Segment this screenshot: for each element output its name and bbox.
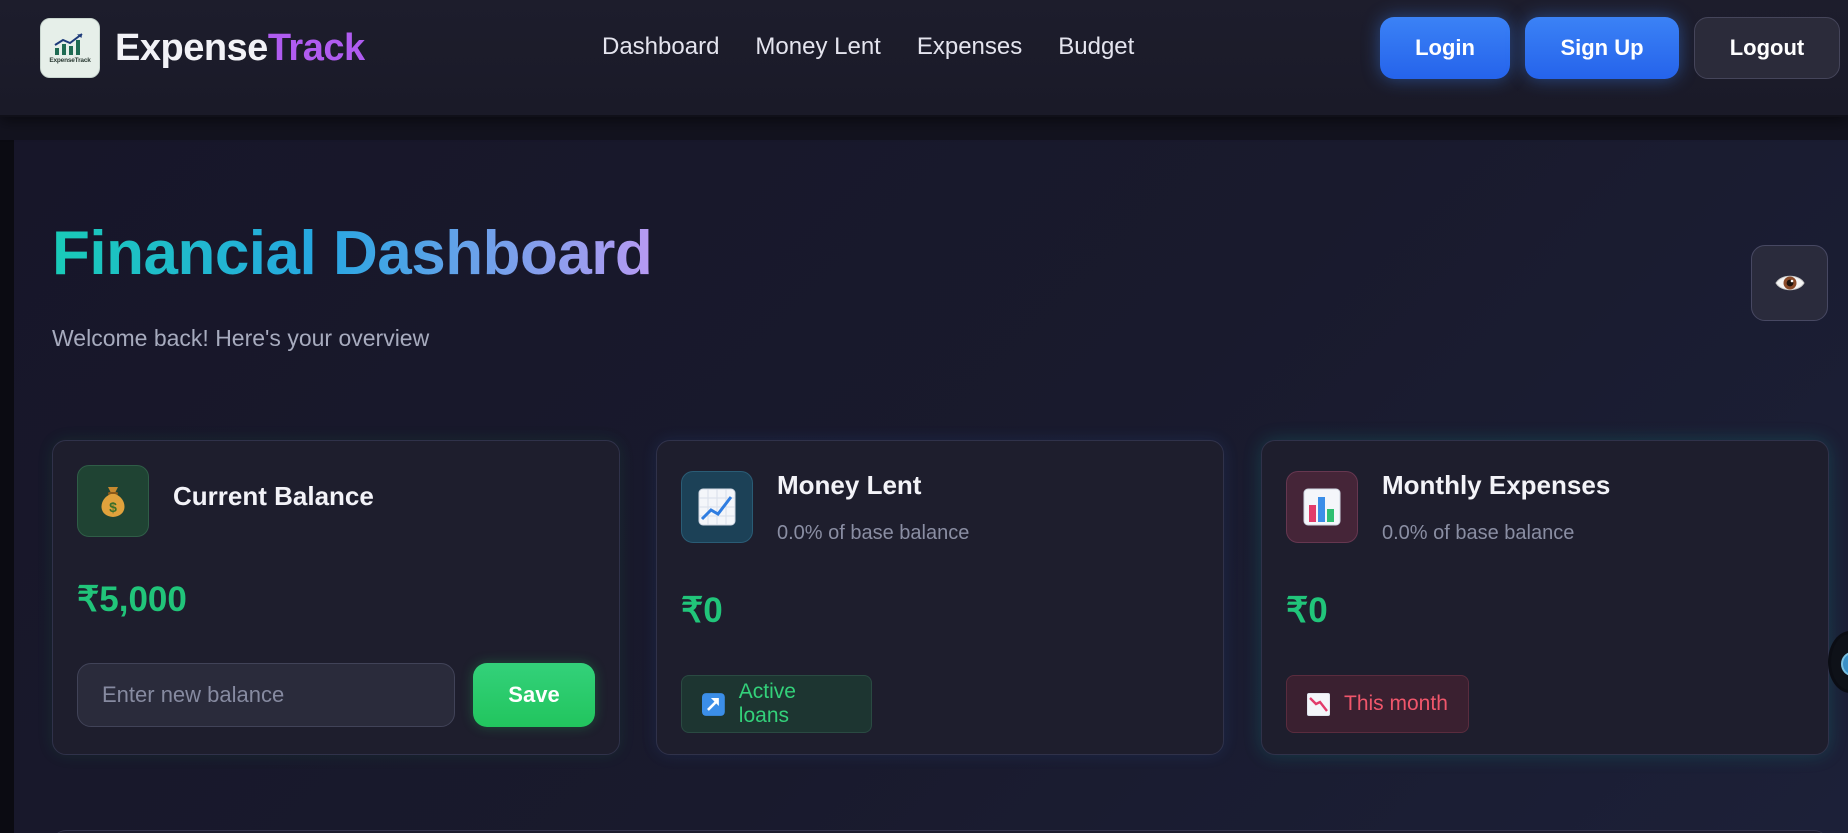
chart-decreasing-icon xyxy=(1307,692,1330,716)
card-icon-container: $ xyxy=(77,465,149,537)
nav-link-budget[interactable]: Budget xyxy=(1058,33,1134,61)
login-button[interactable]: Login xyxy=(1380,17,1510,79)
card-subtitle: 0.0% of base balance xyxy=(777,522,970,544)
logo-text: ExpenseTrack xyxy=(49,57,91,64)
brand-name-part2: Track xyxy=(267,26,365,69)
card-title: Money Lent xyxy=(777,470,922,500)
svg-text:$: $ xyxy=(109,499,117,515)
current-balance-card: $ Current Balance ₹5,000 Save xyxy=(52,440,620,755)
page-title: Financial Dashboard xyxy=(52,219,653,288)
chart-increasing-icon xyxy=(698,488,736,526)
tag-label: This month xyxy=(1344,692,1448,715)
nav-link-dashboard[interactable]: Dashboard xyxy=(602,33,719,61)
money-lent-card: Money Lent 0.0% of base balance ₹0 Activ… xyxy=(656,440,1224,755)
tag-label: Active loans xyxy=(738,680,796,727)
widget-icon xyxy=(1841,652,1848,676)
balance-value: ₹5,000 xyxy=(77,580,187,619)
brand-name[interactable]: ExpenseTrack xyxy=(115,27,365,70)
this-month-tag: This month xyxy=(1286,675,1469,733)
nav-link-money-lent[interactable]: Money Lent xyxy=(755,33,880,61)
eye-icon xyxy=(1774,275,1805,291)
navbar: ExpenseTrack ExpenseTrack Dashboard Mone… xyxy=(0,0,1848,117)
money-bag-icon: $ xyxy=(101,487,125,517)
monthly-expenses-card: Monthly Expenses 0.0% of base balance ₹0… xyxy=(1261,440,1829,755)
logo[interactable]: ExpenseTrack xyxy=(40,18,100,78)
dashboard-main: Financial Dashboard Welcome back! Here's… xyxy=(14,140,1848,833)
monthly-expenses-value: ₹0 xyxy=(1286,591,1328,630)
toggle-visibility-button[interactable] xyxy=(1751,245,1828,321)
new-balance-input[interactable] xyxy=(77,663,455,727)
signup-button[interactable]: Sign Up xyxy=(1525,17,1679,79)
card-icon-container xyxy=(1286,471,1358,543)
page-subtitle: Welcome back! Here's your overview xyxy=(52,325,430,351)
brand-name-part1: Expense xyxy=(115,26,268,69)
brand[interactable]: ExpenseTrack ExpenseTrack xyxy=(40,18,365,78)
card-title: Current Balance xyxy=(173,481,374,511)
nav-link-expenses[interactable]: Expenses xyxy=(917,33,1022,61)
card-subtitle: 0.0% of base balance xyxy=(1382,522,1575,544)
bar-chart-icon xyxy=(1303,488,1341,526)
left-edge xyxy=(0,140,14,833)
nav-links: Dashboard Money Lent Expenses Budget xyxy=(602,33,1170,61)
money-lent-value: ₹0 xyxy=(681,591,723,630)
card-title: Monthly Expenses xyxy=(1382,470,1611,500)
arrow-up-right-icon xyxy=(702,692,725,716)
card-icon-container xyxy=(681,471,753,543)
save-button[interactable]: Save xyxy=(473,663,595,727)
logout-button[interactable]: Logout xyxy=(1694,17,1840,79)
chart-up-logo-icon xyxy=(54,33,83,55)
active-loans-tag: Active loans xyxy=(681,675,872,733)
